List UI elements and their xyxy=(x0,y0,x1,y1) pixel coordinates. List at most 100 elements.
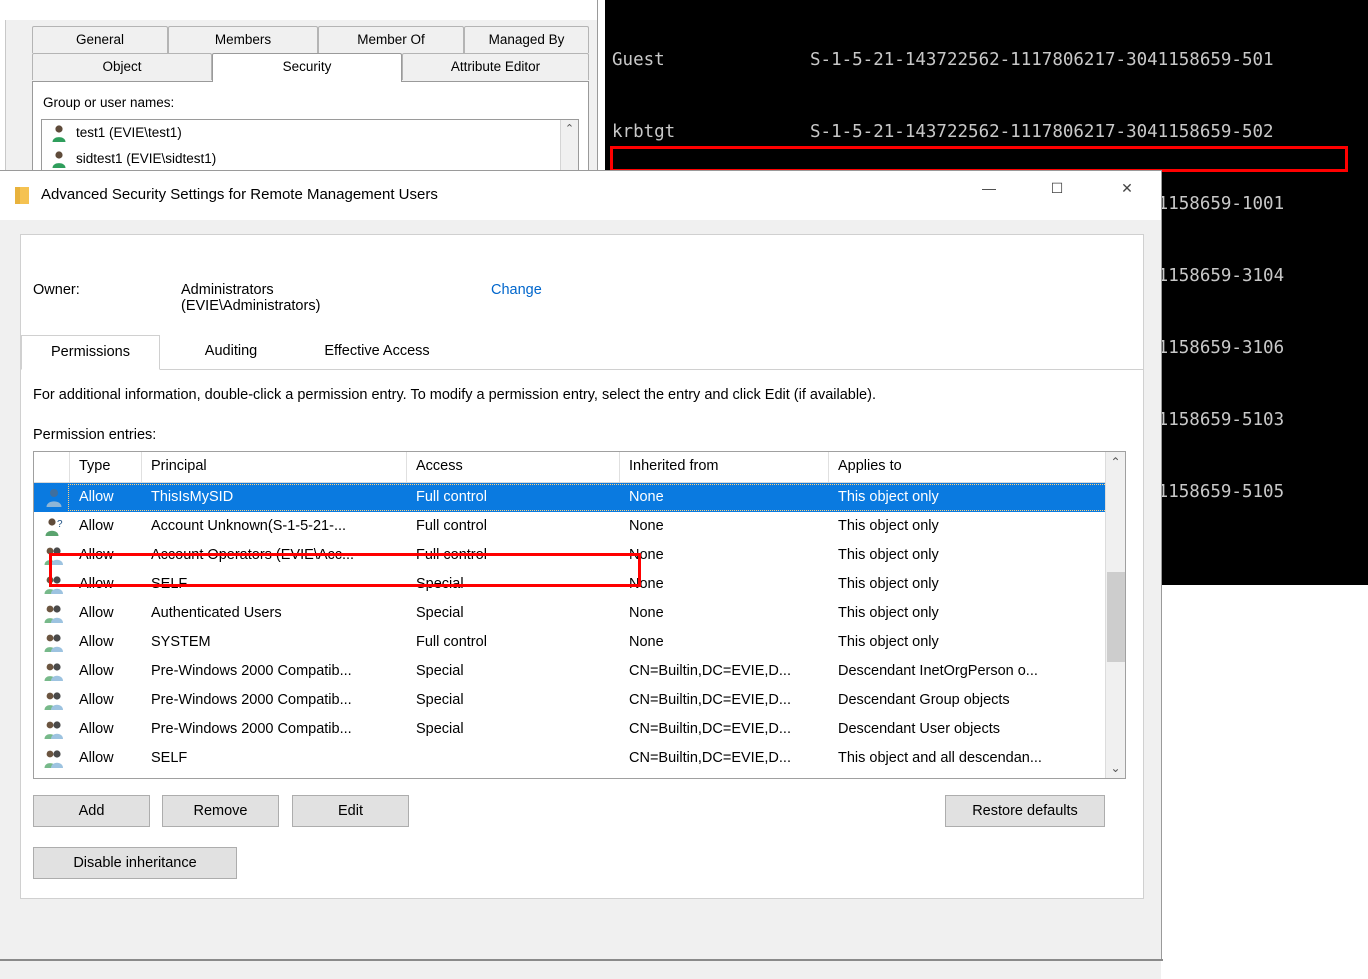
cell-access: Special xyxy=(416,663,464,679)
cell-type: Allow xyxy=(79,663,114,679)
cell-access: Special xyxy=(416,692,464,708)
cell-inherited-from: CN=Builtin,DC=EVIE,D... xyxy=(629,692,791,708)
cell-type: Allow xyxy=(79,489,114,505)
list-item-label: test1 (EVIE\test1) xyxy=(76,125,182,140)
tab-member-of[interactable]: Member Of xyxy=(318,26,464,53)
list-item[interactable]: test1 (EVIE\test1) xyxy=(42,120,578,146)
column-header-icon xyxy=(34,452,70,482)
group-icon xyxy=(44,605,63,623)
cell-access: Special xyxy=(416,576,464,592)
group-icon xyxy=(44,634,63,652)
table-row[interactable]: Allow ThisIsMySID Full control None This… xyxy=(34,483,1107,512)
table-row[interactable]: Allow SELF Special None This object only xyxy=(34,570,1107,599)
cell-type: Allow xyxy=(79,750,114,766)
window-body: Owner: Administrators (EVIE\Administrato… xyxy=(0,220,1161,979)
group-icon xyxy=(44,750,63,768)
advanced-security-settings-window: Advanced Security Settings for Remote Ma… xyxy=(0,170,1162,979)
cell-access xyxy=(407,744,620,773)
table-header: Type Principal Access Inherited from App… xyxy=(34,452,1125,483)
cell-type: Allow xyxy=(79,692,114,708)
list-item[interactable]: sidtest1 (EVIE\sidtest1) xyxy=(42,146,578,172)
row-icon-cell xyxy=(38,686,70,715)
table-body: Allow ThisIsMySID Full control None This… xyxy=(34,483,1107,778)
table-row[interactable]: Allow SELF CN=Builtin,DC=EVIE,D... This … xyxy=(34,744,1107,773)
column-header-applies-to[interactable]: Applies to xyxy=(829,452,1107,482)
window-title: Advanced Security Settings for Remote Ma… xyxy=(41,186,438,203)
group-properties-dialog: General Members Member Of Managed By Obj… xyxy=(0,0,598,181)
column-header-type[interactable]: Type xyxy=(70,452,142,482)
cell-applies-to: Descendant User objects xyxy=(838,721,1000,737)
table-row[interactable]: Allow Pre-Windows 2000 Compatib... Speci… xyxy=(34,715,1107,744)
cell-applies-to: This object and all descendan... xyxy=(838,750,1042,766)
properties-left-edge xyxy=(0,20,6,180)
folder-icon xyxy=(15,187,29,204)
properties-tabs-row-1: General Members Member Of Managed By xyxy=(32,26,589,54)
edit-button[interactable]: Edit xyxy=(292,795,409,827)
terminal-left-edge xyxy=(600,0,605,170)
row-icon-cell xyxy=(38,628,70,657)
scroll-down-icon[interactable]: ⌄ xyxy=(1106,758,1125,778)
row-icon-cell xyxy=(38,483,70,512)
restore-defaults-button[interactable]: Restore defaults xyxy=(945,795,1105,827)
column-header-inherited-from[interactable]: Inherited from xyxy=(620,452,829,482)
permission-entries-table[interactable]: Type Principal Access Inherited from App… xyxy=(33,451,1126,779)
scroll-up-icon[interactable]: ⌃ xyxy=(561,120,578,138)
cell-applies-to: Descendant InetOrgPerson o... xyxy=(838,663,1038,679)
tab-auditing[interactable]: Auditing xyxy=(160,335,302,370)
group-icon xyxy=(44,547,63,565)
cell-applies-to: This object only xyxy=(838,576,939,592)
row-icon-cell: ? xyxy=(38,512,70,541)
table-row[interactable]: Allow Account Operators (EVIE\Acc... Ful… xyxy=(34,541,1107,570)
close-icon[interactable]: ✕ xyxy=(1104,171,1150,205)
tab-members[interactable]: Members xyxy=(168,26,318,53)
cell-principal: SELF xyxy=(151,576,188,592)
single-user-icon xyxy=(46,489,62,507)
group-icon xyxy=(44,663,63,681)
add-button[interactable]: Add xyxy=(33,795,150,827)
table-row[interactable]: Allow Authenticated Users Special None T… xyxy=(34,599,1107,628)
remove-button[interactable]: Remove xyxy=(162,795,279,827)
advanced-tabs: Permissions Auditing Effective Access xyxy=(21,335,1143,370)
terminal-account-name: krbtgt xyxy=(612,122,676,142)
tab-general[interactable]: General xyxy=(32,26,168,53)
column-header-access[interactable]: Access xyxy=(407,452,620,482)
security-tab-page: Group or user names: test1 (EVIE\test1) … xyxy=(32,81,589,181)
minimize-icon[interactable]: — xyxy=(966,171,1012,205)
table-row[interactable]: ? Allow Account Unknown(S-1-5-21-... Ful… xyxy=(34,512,1107,541)
cell-principal: Pre-Windows 2000 Compatib... xyxy=(151,663,352,679)
tab-security[interactable]: Security xyxy=(212,53,402,82)
tab-managed-by[interactable]: Managed By xyxy=(464,26,589,53)
tab-effective-access[interactable]: Effective Access xyxy=(302,335,452,370)
cell-inherited-from: CN=Builtin,DC=EVIE,D... xyxy=(629,663,791,679)
change-owner-link[interactable]: Change xyxy=(491,282,542,298)
group-or-user-names-label: Group or user names: xyxy=(43,95,175,110)
scrollbar-thumb[interactable] xyxy=(1107,572,1125,662)
column-header-principal[interactable]: Principal xyxy=(142,452,407,482)
tab-permissions[interactable]: Permissions xyxy=(21,335,160,370)
owner-value: Administrators (EVIE\Administrators) xyxy=(181,282,321,314)
terminal-sid: S-1-5-21-143722562-1117806217-3041158659… xyxy=(810,122,1274,142)
scroll-up-icon[interactable]: ⌃ xyxy=(1106,452,1125,472)
owner-label: Owner: xyxy=(33,282,80,298)
cell-access: Special xyxy=(416,721,464,737)
maximize-icon[interactable]: ☐ xyxy=(1034,171,1080,205)
table-row[interactable]: Allow Pre-Windows 2000 Compatib... Speci… xyxy=(34,686,1107,715)
permission-entries-label: Permission entries: xyxy=(33,427,157,443)
cell-access: Special xyxy=(416,605,464,621)
cell-principal: Pre-Windows 2000 Compatib... xyxy=(151,692,352,708)
cell-inherited-from: None xyxy=(629,547,664,563)
row-icon-cell xyxy=(38,744,70,773)
properties-tabs-row-2: Object Security Attribute Editor xyxy=(32,53,589,82)
cell-type: Allow xyxy=(79,518,114,534)
unknown-user-icon: ? xyxy=(45,518,63,536)
disable-inheritance-button[interactable]: Disable inheritance xyxy=(33,847,237,879)
tab-attribute-editor[interactable]: Attribute Editor xyxy=(402,53,589,80)
table-row[interactable]: Allow Pre-Windows 2000 Compatib... Speci… xyxy=(34,657,1107,686)
row-icon-cell xyxy=(38,570,70,599)
table-row[interactable]: Allow SYSTEM Full control None This obje… xyxy=(34,628,1107,657)
table-scrollbar[interactable]: ⌃ ⌄ xyxy=(1105,452,1125,778)
cell-principal: Pre-Windows 2000 Compatib... xyxy=(151,721,352,737)
cell-applies-to: This object only xyxy=(838,518,939,534)
screen-root: General Members Member Of Managed By Obj… xyxy=(0,0,1368,979)
tab-object[interactable]: Object xyxy=(32,53,212,80)
